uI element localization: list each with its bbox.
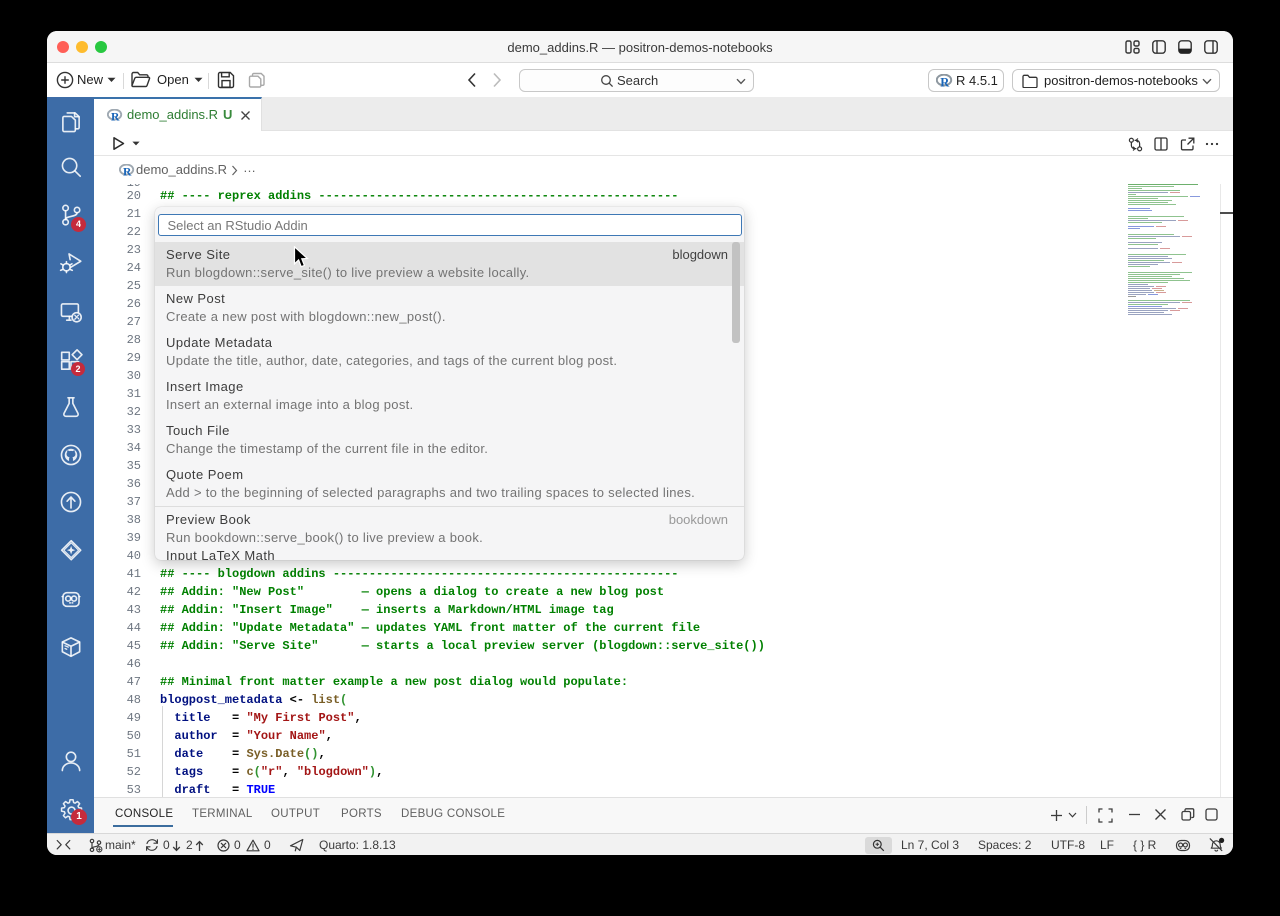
svg-text:R: R bbox=[940, 75, 950, 88]
svg-text:R: R bbox=[111, 111, 120, 122]
svg-text:R: R bbox=[123, 166, 132, 177]
